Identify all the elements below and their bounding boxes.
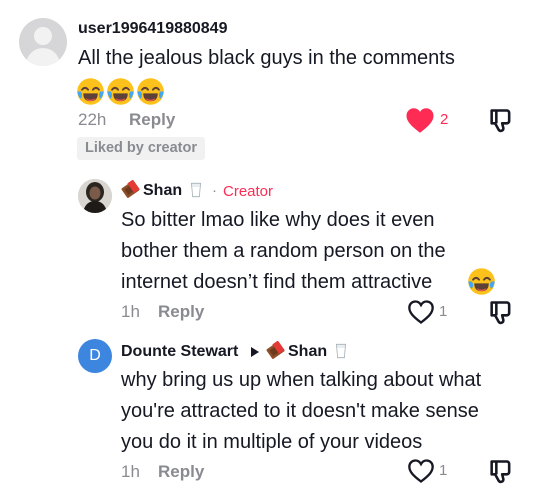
milk-glass-icon <box>191 182 201 198</box>
reply-username[interactable]: Dounte Stewart <box>121 343 238 361</box>
like-count: 2 <box>440 111 449 128</box>
avatar[interactable] <box>19 18 67 66</box>
avatar[interactable]: D <box>78 339 112 373</box>
comment-time: 22h <box>78 110 107 129</box>
avatar[interactable] <box>78 179 112 213</box>
tears-of-joy-icon <box>136 77 165 106</box>
reply-time: 1h <box>121 302 140 321</box>
reply-arrow-icon <box>251 347 259 357</box>
reply-text-line: you're attracted to it doesn't make sens… <box>121 400 479 422</box>
thumbs-down-icon[interactable] <box>487 299 515 327</box>
thumbs-down-icon[interactable] <box>487 107 515 135</box>
reply-text-line: internet doesn’t find them attractive <box>121 271 433 293</box>
like-count: 1 <box>439 462 448 479</box>
chocolate-bar-icon <box>266 341 286 360</box>
separator-dot: · <box>212 182 217 199</box>
tears-of-joy-icon <box>106 77 135 106</box>
liked-by-creator-badge: Liked by creator <box>77 137 206 160</box>
reply-to-username[interactable]: Shan <box>288 343 327 361</box>
reply-text-line: you do it in multiple of your videos <box>121 431 423 453</box>
comment-text: All the jealous black guys in the commen… <box>78 47 455 69</box>
tears-of-joy-icon <box>76 77 105 106</box>
creator-tag: Creator <box>223 183 274 200</box>
chocolate-bar-icon <box>121 180 141 199</box>
heart-outline-icon[interactable] <box>407 458 435 484</box>
heart-outline-icon[interactable] <box>407 299 435 325</box>
emoji-group <box>76 77 165 106</box>
reply-text-line: bother them a random person on the <box>121 240 446 262</box>
like-count: 1 <box>439 303 448 320</box>
reply-text-line: why bring us up when talking about what <box>121 369 482 391</box>
reply-button[interactable]: Reply <box>129 110 175 130</box>
reply-username[interactable]: Shan <box>143 182 182 200</box>
thumbs-down-icon[interactable] <box>487 458 515 486</box>
milk-glass-icon <box>336 343 346 359</box>
tears-of-joy-icon <box>467 267 496 296</box>
comment-username[interactable]: user1996419880849 <box>78 20 227 38</box>
reply-button[interactable]: Reply <box>158 302 204 322</box>
reply-button[interactable]: Reply <box>158 462 204 482</box>
reply-time: 1h <box>121 462 140 481</box>
heart-filled-icon[interactable] <box>405 107 435 134</box>
reply-text-line: So bitter lmao like why does it even <box>121 209 435 231</box>
